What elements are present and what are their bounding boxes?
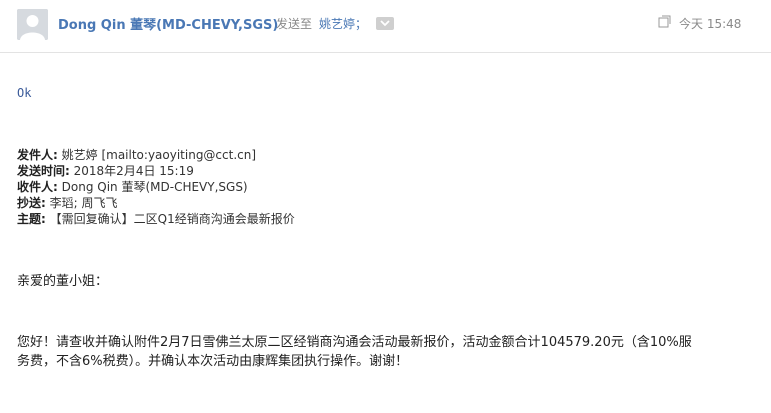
forward-subject-label: 主题: [17,212,46,226]
new-window-icon[interactable] [658,15,671,28]
email-header: Dong Qin 董琴(MD-CHEVY,SGS) 发送至 姚艺婷； 今天 15… [0,0,771,53]
sent-to-label: 发送至 [276,17,313,31]
forward-subject-line: 主题: 【需回复确认】二区Q1经销商沟通会最新报价 [17,211,295,227]
greeting: 亲爱的董小姐： [17,274,109,289]
recipient-link[interactable]: 姚艺婷； [319,15,367,32]
avatar[interactable] [17,9,48,40]
body-paragraph-line-2: 务费，不含6%税费）。并确认本次活动由康辉集团执行操作。谢谢！ [17,354,409,369]
forward-from-label: 发件人: [17,148,58,162]
avatar-person-icon [17,9,48,40]
forward-cc-value: 李瑫; 周飞飞 [49,196,118,210]
forward-cc-line: 抄送: 李瑫; 周飞飞 [17,195,118,211]
forward-subject-value: 【需回复确认】二区Q1经销商沟通会最新报价 [49,212,295,226]
forward-sent-line: 发送时间: 2018年2月4日 15:19 [17,163,194,179]
forward-to-value: Dong Qin 董琴(MD-CHEVY,SGS) [61,180,248,194]
body-paragraph-line-1: 您好！请查收并确认附件2月7日雪佛兰太原二区经销商沟通会活动最新报价，活动金额合… [17,335,692,350]
chevron-down-icon [380,20,390,27]
forward-sent-label: 发送时间: [17,164,70,178]
forward-sent-value: 2018年2月4日 15:19 [73,164,194,178]
forward-from-line: 发件人: 姚艺婷 [mailto:yaoyiting@cct.cn] [17,147,256,163]
timestamp: 今天 15:48 [679,17,742,31]
forward-from-value: 姚艺婷 [mailto:yaoyiting@cct.cn] [61,148,257,162]
forward-to-line: 收件人: Dong Qin 董琴(MD-CHEVY,SGS) [17,179,248,195]
recipients-dropdown-button[interactable] [376,17,394,30]
sender-name[interactable]: Dong Qin 董琴(MD-CHEVY,SGS) [58,14,278,33]
reply-text: Ok [17,86,32,100]
forward-to-label: 收件人: [17,180,58,194]
forward-cc-label: 抄送: [17,196,46,210]
